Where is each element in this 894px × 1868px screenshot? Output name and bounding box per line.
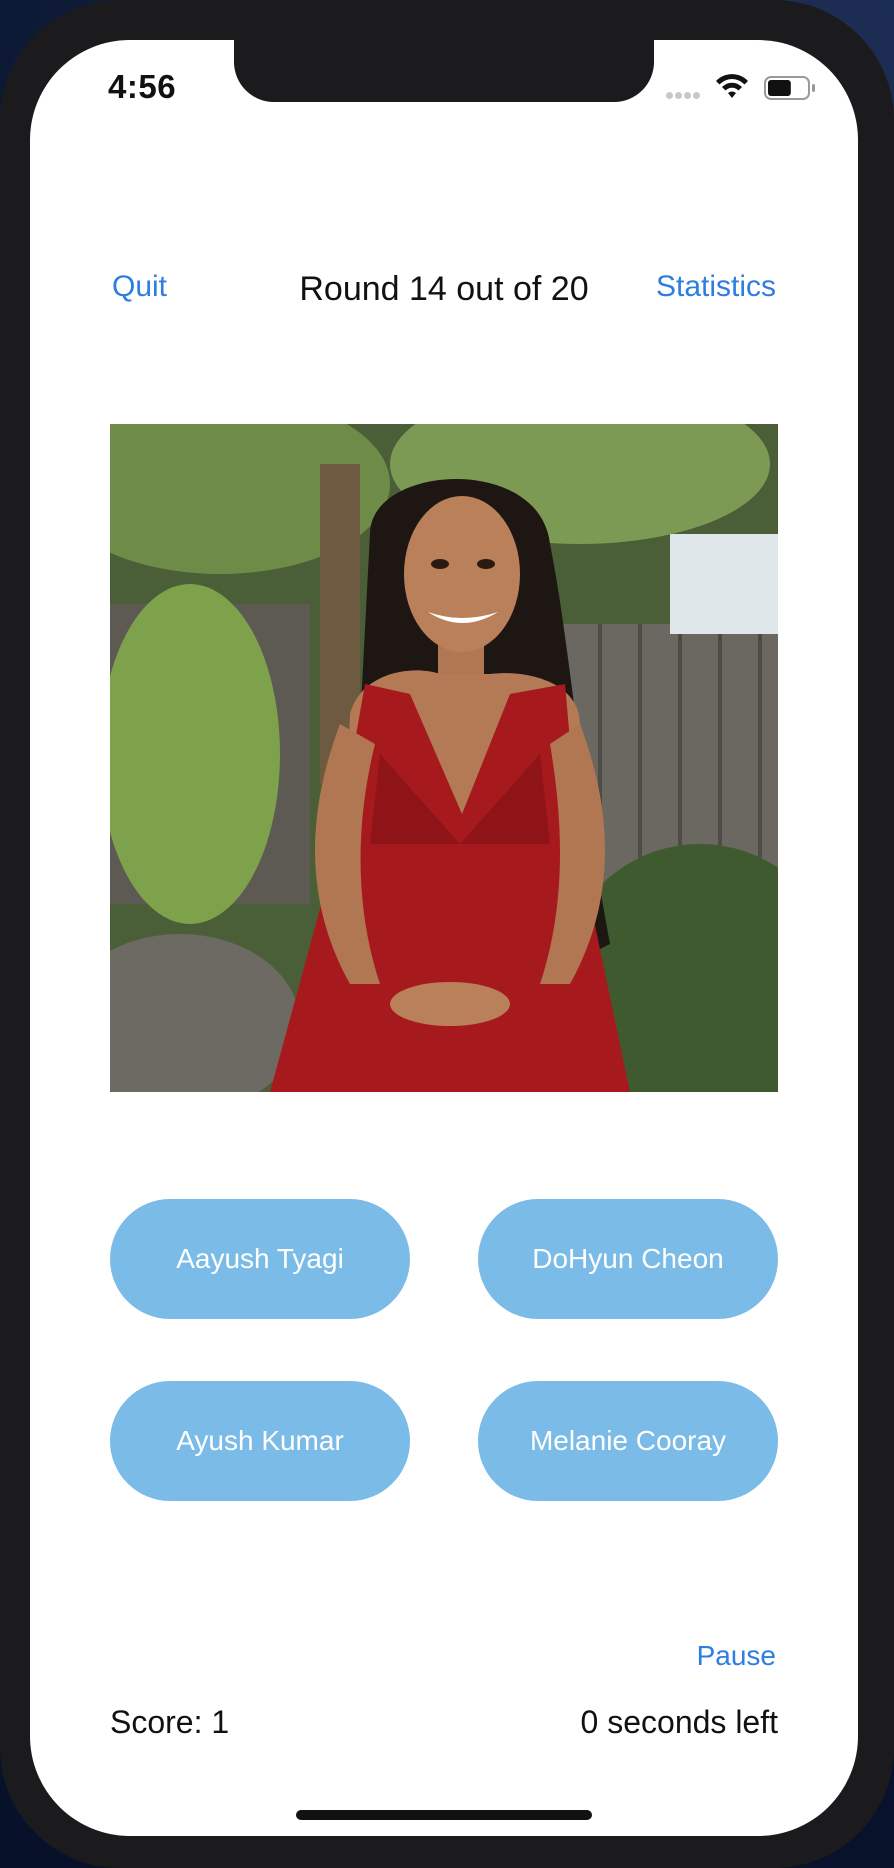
pause-button[interactable]: Pause: [697, 1640, 776, 1672]
home-indicator[interactable]: [296, 1810, 592, 1820]
battery-icon: [764, 76, 815, 100]
timer-label: 0 seconds left: [580, 1704, 778, 1740]
cellular-icon: [666, 86, 706, 99]
phone-frame: 4:56 Round 14 out of 20 Quit Statistics: [0, 0, 894, 1868]
status-icons: [666, 72, 846, 106]
status-time: 4:56: [108, 68, 177, 105]
navigation-bar: Round 14 out of 20 Quit Statistics: [30, 270, 858, 330]
answer-button-4[interactable]: Melanie Cooray: [478, 1381, 778, 1501]
answer-button-3[interactable]: Ayush Kumar: [110, 1381, 410, 1501]
answer-button-2[interactable]: DoHyun Cheon: [478, 1199, 778, 1319]
app-screen: 4:56 Round 14 out of 20 Quit Statistics: [30, 40, 858, 1836]
quit-button[interactable]: Quit: [112, 270, 167, 304]
score-label: Score: 1: [110, 1704, 230, 1740]
statistics-button[interactable]: Statistics: [656, 270, 776, 304]
device-notch: [234, 40, 654, 102]
wifi-icon: [716, 74, 748, 98]
answer-button-1[interactable]: Aayush Tyagi: [110, 1199, 410, 1319]
portrait-photo: [110, 424, 778, 1092]
